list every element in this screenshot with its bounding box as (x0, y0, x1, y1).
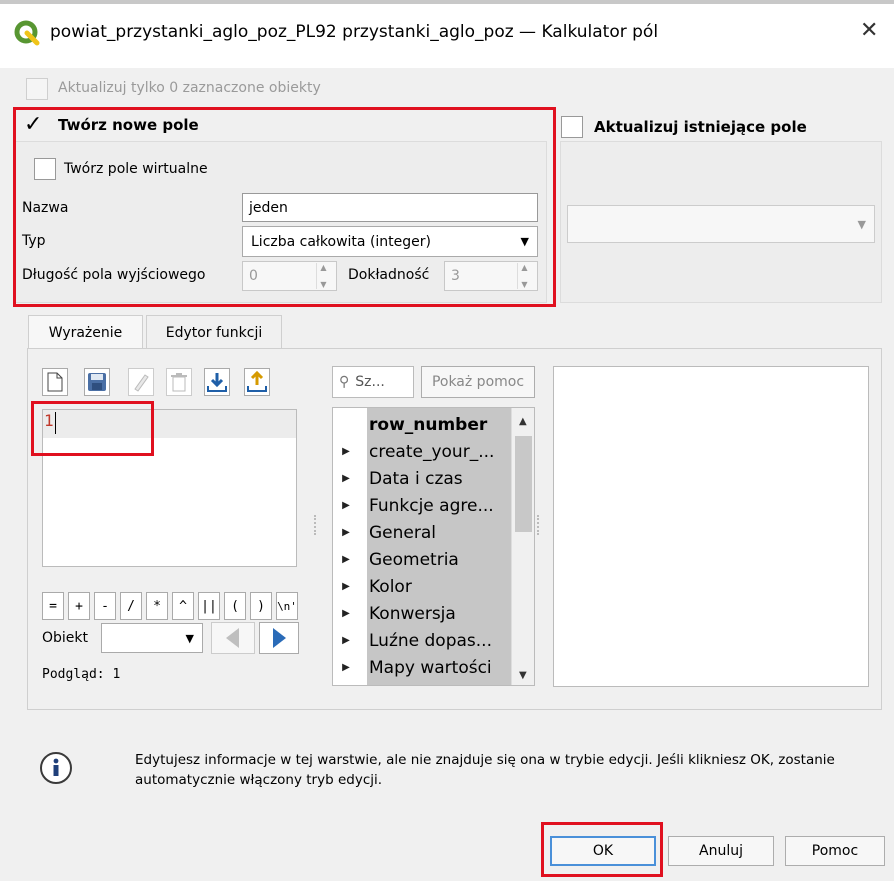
highlight-box-new-field (13, 107, 556, 307)
show-help-button[interactable]: Pokaż pomoc (421, 366, 535, 398)
expand-arrow-icon[interactable]: ▶ (333, 500, 359, 511)
previous-feature-button[interactable] (211, 622, 255, 654)
function-item-label: Konwersja (369, 603, 456, 624)
update-selected-checkbox[interactable] (26, 78, 48, 100)
operator-equals-button[interactable]: = (42, 592, 64, 620)
expand-arrow-icon[interactable]: ▶ (333, 554, 359, 565)
list-item[interactable]: ▶ General (333, 519, 436, 546)
function-item-label: Luźne dopas... (369, 630, 492, 651)
next-feature-button[interactable] (259, 622, 299, 654)
splitter-handle[interactable] (314, 515, 317, 535)
function-item-label: Data i czas (369, 468, 463, 489)
list-item[interactable]: ▶ Mapy wartości (333, 654, 492, 681)
function-item-label: General (369, 522, 436, 543)
feature-select[interactable]: ▼ (101, 623, 203, 653)
list-item[interactable]: ▶ Geometria (333, 546, 459, 573)
search-icon: ⚲ (339, 374, 350, 390)
expand-arrow-icon[interactable]: ▶ (333, 608, 359, 619)
search-placeholder: Sz... (355, 374, 385, 390)
scroll-down-icon[interactable]: ▼ (519, 670, 527, 681)
preview-value: 1 (112, 667, 121, 682)
function-help-panel (553, 366, 869, 687)
window-title: powiat_przystanki_aglo_poz_PL92 przystan… (50, 22, 659, 42)
scroll-up-icon[interactable]: ▲ (519, 416, 527, 427)
cancel-button[interactable]: Anuluj (668, 836, 774, 866)
list-item[interactable]: ▶ Funkcje agre... (333, 492, 494, 519)
expand-arrow-icon[interactable]: ▶ (333, 635, 359, 646)
function-item-label: Mapy wartości (369, 657, 492, 678)
qgis-logo-icon (14, 20, 40, 46)
function-item-label: create_your_... (369, 441, 495, 462)
delete-icon[interactable] (166, 368, 192, 396)
update-existing-checkbox[interactable] (561, 116, 583, 138)
operator-close-paren-button[interactable]: ) (250, 592, 272, 620)
update-existing-label: Aktualizuj istniejące pole (594, 118, 807, 136)
expand-arrow-icon[interactable]: ▶ (333, 581, 359, 592)
operator-open-paren-button[interactable]: ( (224, 592, 246, 620)
operator-power-button[interactable]: ^ (172, 592, 194, 620)
chevron-down-icon: ▼ (857, 217, 866, 231)
list-item[interactable]: ▶ Luźne dopas... (333, 627, 492, 654)
expand-arrow-icon[interactable]: ▶ (333, 662, 359, 673)
function-list-scrollbar[interactable]: ▲ ▼ (511, 408, 534, 685)
existing-field-select[interactable]: ▼ (567, 205, 875, 243)
function-item-label: row_number (369, 414, 488, 435)
expand-arrow-icon[interactable]: ▶ (333, 473, 359, 484)
help-button[interactable]: Pomoc (785, 836, 885, 866)
operator-minus-button[interactable]: - (94, 592, 116, 620)
tab-function-editor[interactable]: Edytor funkcji (146, 315, 282, 349)
chevron-down-icon: ▼ (185, 631, 194, 645)
expand-arrow-icon[interactable]: ▶ (333, 446, 359, 457)
function-search-input[interactable]: ⚲ Sz... (332, 366, 414, 398)
tab-expression[interactable]: Wyrażenie (28, 315, 143, 349)
splitter-handle[interactable] (537, 515, 540, 535)
list-item[interactable]: row_number (333, 411, 487, 438)
list-item[interactable]: ▶ Data i czas (333, 465, 463, 492)
operator-divide-button[interactable]: / (120, 592, 142, 620)
function-list[interactable]: row_number ▶ create_your_... ▶ Data i czas… (332, 407, 535, 686)
expand-arrow-icon[interactable]: ▶ (333, 527, 359, 538)
function-item-label: Kolor (369, 576, 412, 597)
list-item[interactable]: ▶ Kolor (333, 573, 412, 600)
operator-plus-button[interactable]: + (68, 592, 90, 620)
function-item-label: Geometria (369, 549, 459, 570)
preview-label: Podgląd: (42, 667, 105, 682)
arrow-right-icon (273, 628, 286, 648)
export-icon[interactable] (244, 368, 270, 396)
feature-label: Obiekt (42, 630, 89, 646)
import-icon[interactable] (204, 368, 230, 396)
scrollbar-thumb[interactable] (515, 436, 532, 532)
function-item-label: Funkcje agre... (369, 495, 494, 516)
save-icon[interactable] (84, 368, 110, 396)
update-selected-label: Aktualizuj tylko 0 zaznaczone obiekty (58, 80, 321, 96)
info-icon (38, 750, 74, 786)
edit-icon[interactable] (128, 368, 154, 396)
operator-concat-button[interactable]: || (198, 592, 220, 620)
highlight-box-ok (541, 822, 663, 877)
highlight-box-expression (31, 401, 154, 456)
list-item[interactable]: ▶ create_your_... (333, 438, 494, 465)
preview-text: Podgląd: 1 (42, 667, 120, 682)
arrow-left-icon (226, 628, 239, 648)
new-file-icon[interactable] (42, 368, 68, 396)
close-icon[interactable]: ✕ (860, 18, 878, 43)
operator-multiply-button[interactable]: * (146, 592, 168, 620)
list-item[interactable]: ▶ Konwersja (333, 600, 456, 627)
operator-newline-button[interactable]: \n' (276, 592, 298, 620)
info-message: Edytujesz informacje w tej warstwie, ale… (135, 752, 835, 788)
title-bar-top-edge (0, 0, 894, 4)
